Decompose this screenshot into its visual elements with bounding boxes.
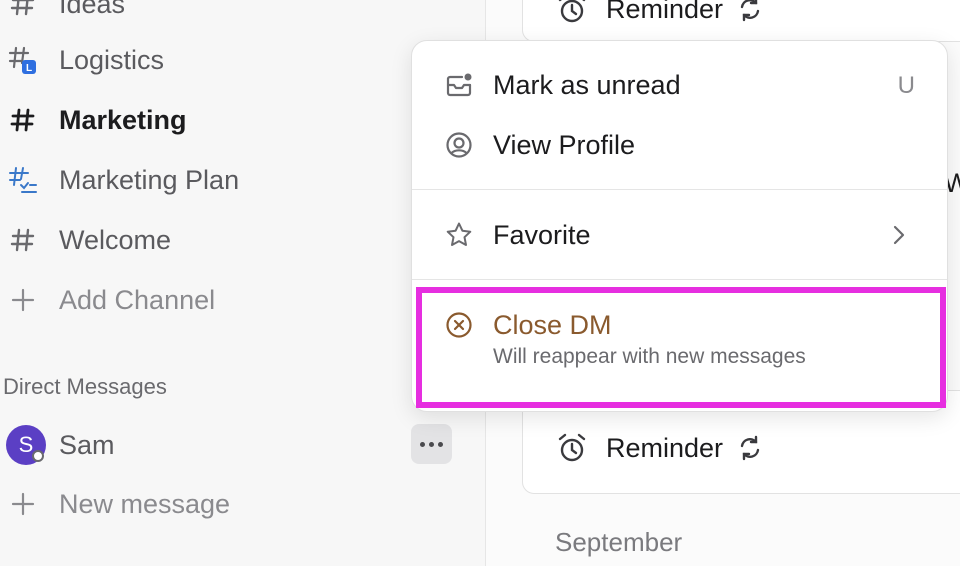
close-circle-icon	[446, 312, 472, 338]
logistics-badge: L	[26, 63, 32, 74]
add-channel-button[interactable]: Add Channel	[0, 276, 470, 324]
dm-section-title: Direct Messages	[3, 374, 167, 399]
reminder-row-bottom[interactable]: Reminder	[556, 432, 763, 464]
repeat-icon	[740, 0, 760, 22]
reminder-label: Reminder	[606, 0, 724, 24]
favorite-label: Favorite	[493, 220, 591, 250]
sidebar-item-label: Marketing	[59, 104, 187, 135]
dot-icon	[438, 441, 443, 447]
context-menu: Mark as unread U View Profile Favorite C…	[411, 40, 948, 412]
dm-name: Sam	[59, 429, 115, 460]
presence-indicator	[32, 450, 44, 462]
hash-icon	[8, 105, 38, 135]
hash-icon	[8, 225, 38, 255]
dm-item-sam[interactable]: Sam	[0, 420, 470, 470]
close-dm-description: Will reappear with new messages	[493, 345, 806, 368]
menu-divider	[412, 189, 947, 190]
dot-icon	[420, 441, 425, 447]
hash-list-icon: L	[8, 45, 38, 75]
reminder-row-top[interactable]: Reminder	[556, 0, 763, 25]
new-message-button[interactable]: New message	[0, 480, 470, 528]
star-icon	[446, 222, 472, 246]
plus-icon	[8, 489, 38, 519]
sidebar-item-label: Logistics	[59, 44, 165, 75]
favorite-item[interactable]: Favorite	[412, 207, 947, 263]
sidebar-item-ideas[interactable]: Ideas	[0, 0, 470, 28]
dot-icon	[429, 441, 434, 447]
mark-as-unread-item[interactable]: Mark as unread U	[412, 57, 947, 113]
alarm-clock-icon	[558, 0, 586, 23]
month-header: September	[555, 527, 683, 557]
user-circle-icon	[446, 132, 472, 158]
hash-checklist-icon	[8, 165, 38, 195]
chevron-right-icon	[893, 225, 905, 245]
reminder-label: Reminder	[606, 432, 724, 463]
add-channel-label: Add Channel	[59, 284, 216, 315]
sidebar-item-logistics[interactable]: L Logistics	[0, 36, 470, 84]
sidebar-item-label: Welcome	[59, 224, 172, 255]
unread-mail-icon	[446, 73, 472, 97]
sidebar-item-marketing[interactable]: Marketing	[0, 96, 470, 144]
sidebar-item-label: Marketing Plan	[59, 164, 240, 195]
close-dm-item[interactable]: Close DM Will reappear with new messages	[412, 297, 947, 381]
sidebar-item-welcome[interactable]: Welcome	[0, 216, 470, 264]
sidebar-item-marketing-plan[interactable]: Marketing Plan	[0, 156, 470, 204]
view-profile-item[interactable]: View Profile	[412, 117, 947, 173]
close-dm-label: Close DM	[493, 310, 612, 340]
keyboard-shortcut: U	[897, 72, 915, 99]
new-message-label: New message	[59, 488, 231, 519]
mark-as-unread-label: Mark as unread	[493, 70, 681, 100]
repeat-icon	[740, 435, 760, 461]
view-profile-label: View Profile	[493, 130, 636, 160]
menu-divider	[412, 279, 947, 280]
sidebar-item-label: Ideas	[59, 0, 126, 19]
plus-icon	[8, 285, 38, 315]
more-options-button[interactable]	[411, 424, 452, 464]
hash-icon	[8, 0, 38, 19]
alarm-clock-icon	[558, 433, 586, 462]
